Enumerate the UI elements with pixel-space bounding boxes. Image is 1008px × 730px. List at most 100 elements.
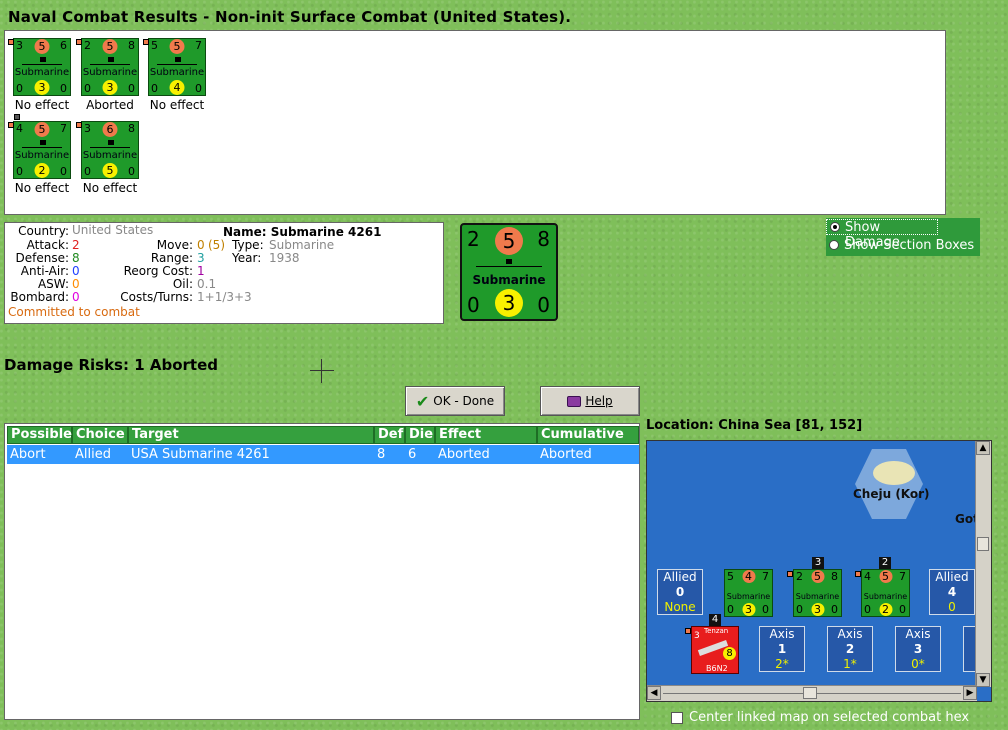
show-sections-radio[interactable] — [829, 240, 839, 250]
attack-label: Attack: — [26, 238, 69, 252]
counter-range: 4 — [169, 80, 185, 95]
column-header-target[interactable]: Target — [128, 426, 374, 444]
unit-code: B6N2 — [706, 664, 728, 673]
center-linked-checkbox[interactable] — [671, 712, 683, 724]
map-unit-counter[interactable]: 5 4 7 Submarine 0 3 0 — [724, 569, 773, 617]
move-value: 0 — [197, 238, 205, 252]
window-title: Naval Combat Results - Non-init Surface … — [8, 8, 572, 26]
map-vertical-scrollbar[interactable]: ▲ ▼ — [975, 441, 991, 687]
counter-move: 5 — [34, 122, 50, 137]
help-button[interactable]: Help — [540, 386, 640, 416]
move-label: Move: — [156, 238, 193, 252]
table-cell-def: 8 — [377, 447, 386, 462]
location-label: Location: China Sea [81, 152] — [646, 418, 863, 433]
country-value: United States — [72, 223, 154, 237]
combat-map[interactable]: Cheju (Kor) Got Allied 0 None 5 4 7 Subm… — [646, 440, 992, 702]
card-number: 4 — [947, 585, 957, 599]
axis-air-unit-counter[interactable]: Tenzan 3 8 B6N2 — [691, 626, 739, 674]
counter-bombard: 0 — [899, 603, 906, 616]
allied-right-card[interactable]: Allied 4 0 — [929, 569, 975, 615]
antiair-label: Anti-Air: — [20, 264, 69, 278]
counter-defense: 8 — [723, 647, 736, 660]
table-cell-possible: Abort — [10, 447, 46, 462]
column-header-def[interactable]: Def — [374, 426, 405, 444]
unit-counter[interactable]: 3 5 6 Submarine 0 3 0 — [13, 38, 71, 96]
counter-move: 5 — [34, 39, 50, 54]
counter-aa: 0 — [151, 82, 158, 95]
counter-attack: 4 — [16, 122, 23, 135]
antiair-value: 0 — [72, 264, 80, 278]
counter-bombard: 0 — [60, 165, 67, 178]
map-unit-counter[interactable]: 2 5 8 Submarine 0 3 0 — [793, 569, 842, 617]
unit-counter[interactable]: 3 6 8 Submarine 0 5 0 — [81, 121, 139, 179]
column-header-die[interactable]: Die — [405, 426, 435, 444]
counter-aa: 0 — [84, 165, 91, 178]
axis-card[interactable]: Axis 2 1* — [827, 626, 873, 672]
submarine-silhouette-icon — [22, 57, 62, 65]
type-label: Type: — [232, 238, 264, 252]
asw-label: ASW: — [37, 277, 69, 291]
counter-aa: 0 — [84, 82, 91, 95]
show-damage-option[interactable]: Show Damage — [826, 219, 938, 250]
horizontal-scroll-thumb[interactable] — [803, 687, 817, 699]
unit-marker-icon — [76, 39, 82, 45]
counter-defense: 8 — [831, 570, 838, 583]
asw-value: 0 — [72, 277, 80, 291]
counter-bombard: 0 — [195, 82, 202, 95]
scroll-down-icon[interactable]: ▼ — [976, 673, 990, 687]
counter-range: 3 — [811, 603, 824, 616]
scroll-left-icon[interactable]: ◀ — [647, 686, 661, 700]
counter-move: 4 — [742, 570, 755, 583]
counter-defense: 8 — [537, 227, 550, 251]
show-sections-option[interactable]: Show Section Boxes — [826, 237, 980, 253]
country-label: Country: — [18, 224, 69, 238]
counter-bombard: 0 — [831, 603, 838, 616]
counter-move: 5 — [879, 570, 892, 583]
oil-value: 0.1 — [197, 277, 217, 291]
costs-value: 1+1/3+3 — [197, 290, 252, 304]
unit-marker-icon — [76, 122, 82, 128]
damage-choice-table: Possible Choice Target Def Die Effect Cu… — [4, 423, 640, 720]
map-unit-counter[interactable]: 4 5 7 Submarine 0 2 0 — [861, 569, 910, 617]
allied-left-card[interactable]: Allied 0 None — [657, 569, 703, 615]
counter-bombard: 0 — [60, 82, 67, 95]
show-damage-radio[interactable] — [830, 222, 840, 232]
island-icon — [873, 461, 915, 485]
center-linked-label: Center linked map on selected combat hex — [689, 710, 970, 725]
card-number: 3 — [913, 642, 923, 656]
counter-type: Submarine — [795, 592, 840, 601]
column-header-choice[interactable]: Choice — [72, 426, 128, 444]
column-header-possible[interactable]: Possible — [7, 426, 72, 444]
counter-range: 3 — [742, 603, 755, 616]
stack-marker-icon — [14, 114, 20, 120]
scroll-right-icon[interactable]: ▶ — [963, 686, 977, 700]
ok-done-label: OK - Done — [433, 394, 495, 408]
column-header-effect[interactable]: Effect — [435, 426, 537, 444]
defense-label: Defense: — [15, 251, 69, 265]
unit-counter[interactable]: 2 5 8 Submarine 0 3 0 — [81, 38, 139, 96]
unit-counter[interactable]: 4 5 7 Submarine 0 2 0 — [13, 121, 71, 179]
counter-type: Submarine — [14, 67, 70, 78]
counter-aa: 0 — [727, 603, 734, 616]
counter-attack: 5 — [151, 39, 158, 52]
column-header-cumulative[interactable]: Cumulative — [537, 426, 639, 444]
counter-aa: 0 — [796, 603, 803, 616]
counter-type: Submarine — [149, 67, 205, 78]
table-cell-cumulative: Aborted — [540, 447, 592, 462]
counter-range: 2 — [34, 163, 50, 178]
scroll-up-icon[interactable]: ▲ — [976, 441, 990, 455]
counter-range: 3 — [495, 289, 523, 317]
counter-defense: 6 — [60, 39, 67, 52]
counter-attack: 2 — [796, 570, 803, 583]
table-cell-choice: Allied — [75, 447, 111, 462]
ok-done-button[interactable]: ✔ OK - Done — [405, 386, 505, 416]
unit-counter[interactable]: 5 5 7 Submarine 0 4 0 — [148, 38, 206, 96]
map-horizontal-scrollbar[interactable]: ◀ ▶ — [647, 685, 977, 701]
counter-attack: 3 — [694, 631, 700, 641]
unit-marker-icon — [8, 122, 14, 128]
axis-card[interactable]: Axis 3 0* — [895, 626, 941, 672]
selected-unit-counter[interactable]: 2 5 8 Submarine 0 3 0 — [460, 223, 558, 321]
counter-defense: 8 — [128, 39, 135, 52]
vertical-scroll-thumb[interactable] — [977, 537, 989, 551]
axis-card[interactable]: Axis 1 2* — [759, 626, 805, 672]
